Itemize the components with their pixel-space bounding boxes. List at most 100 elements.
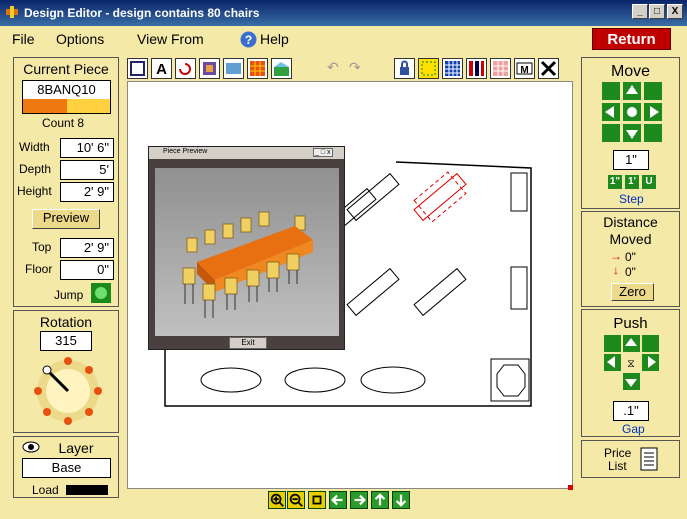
width-label: Width (19, 140, 50, 154)
svg-text:M: M (520, 65, 528, 76)
close-button[interactable]: X (667, 4, 683, 19)
distance-panel: Distance Moved → 0" ↓ 0" Zero (581, 211, 680, 307)
distance-x: 0" (625, 250, 636, 264)
svg-text:A: A (156, 61, 167, 78)
text-tool-icon[interactable]: A (151, 58, 172, 79)
oval-table[interactable] (200, 367, 262, 393)
step-inch-button[interactable]: 1" (608, 175, 622, 189)
height-field[interactable]: 2' 9" (60, 182, 114, 202)
align-tool-icon[interactable] (418, 58, 439, 79)
depth-field[interactable]: 5' (60, 160, 114, 180)
buffet-table[interactable] (510, 172, 528, 212)
width-field[interactable]: 10' 6" (60, 138, 114, 158)
preview-3d-view[interactable] (155, 168, 339, 336)
return-button[interactable]: Return (592, 28, 671, 50)
pan-down-icon[interactable] (392, 491, 410, 509)
menu-file[interactable]: File (12, 31, 35, 47)
step-unit-button[interactable]: U (642, 175, 656, 189)
catalog-tool-icon[interactable] (223, 58, 244, 79)
banquet-table (323, 172, 467, 317)
rotation-panel: Rotation 315 (13, 310, 119, 433)
delete-tool-icon[interactable] (538, 58, 559, 79)
app-icon (6, 6, 18, 18)
rotation-field[interactable]: 315 (40, 331, 92, 351)
floor-tool-icon[interactable] (271, 58, 292, 79)
current-piece-title: Current Piece (23, 61, 109, 77)
redo-icon[interactable]: ↷ (349, 59, 361, 76)
banquet-table-selected (413, 171, 467, 223)
pan-right-icon[interactable] (350, 491, 368, 509)
piece-preview-window: Piece Preview _ □ x Exit (148, 146, 345, 350)
floor-label: Floor (25, 262, 53, 276)
measure-tool-icon[interactable]: M (514, 58, 535, 79)
pan-left-icon[interactable] (329, 491, 347, 509)
layer-panel: Layer Base Load (13, 436, 119, 498)
step-label: Step (619, 192, 644, 206)
move-title: Move (610, 63, 651, 80)
zoom-toolbar (268, 491, 430, 511)
zoom-out-icon[interactable] (287, 491, 305, 509)
floor-field[interactable]: 0" (60, 260, 114, 280)
load-label: Load (32, 483, 59, 497)
height-label: Height (17, 184, 52, 198)
preview-minimize-button[interactable]: _ □ x (313, 148, 333, 157)
menu-view-from[interactable]: View From (137, 31, 204, 47)
gap-field[interactable]: .1" (613, 401, 649, 421)
preview-exit-button[interactable]: Exit (229, 337, 267, 349)
oval-table[interactable] (360, 366, 426, 394)
minimize-button[interactable]: _ (632, 4, 648, 19)
oval-table[interactable] (284, 367, 346, 393)
menu-help[interactable]: Help (260, 31, 289, 47)
maximize-button[interactable]: □ (649, 4, 665, 19)
zoom-fit-icon[interactable] (308, 491, 326, 509)
preview-button[interactable]: Preview (32, 209, 100, 229)
rotate-tool-icon[interactable] (175, 58, 196, 79)
columns-tool-icon[interactable] (466, 58, 487, 79)
svg-text:⧖: ⧖ (627, 358, 635, 370)
price-list-panel[interactable]: Price List (581, 440, 680, 478)
resize-handle[interactable] (568, 485, 573, 490)
lock-tool-icon[interactable] (394, 58, 415, 79)
distance-y: 0" (625, 265, 636, 279)
zero-button[interactable]: Zero (611, 283, 654, 301)
piece-code: 8BANQ10 (37, 82, 96, 97)
list-label: List (608, 459, 627, 473)
menu-options[interactable]: Options (56, 31, 104, 47)
table-chairs-render (182, 211, 313, 318)
rotation-title: Rotation (39, 314, 93, 330)
layers-tool-icon[interactable] (199, 58, 220, 79)
step-foot-button[interactable]: 1' (625, 175, 639, 189)
x-arrow-icon: → (610, 249, 622, 263)
tile-tool-icon[interactable] (442, 58, 463, 79)
buffet-table[interactable] (510, 266, 528, 310)
move-arrows-icon[interactable] (602, 82, 662, 142)
price-list-icon[interactable] (640, 447, 658, 471)
window-title: Design Editor - design contains 80 chair… (24, 6, 260, 20)
frog-jump-icon[interactable] (91, 283, 111, 303)
step-field[interactable]: 1" (613, 150, 649, 170)
help-icon[interactable]: ? (240, 31, 257, 48)
title-bar: Design Editor - design contains 80 chair… (0, 0, 687, 26)
pattern-tool-icon[interactable] (490, 58, 511, 79)
pan-up-icon[interactable] (371, 491, 389, 509)
select-tool-icon[interactable] (127, 58, 148, 79)
zoom-in-icon[interactable] (268, 491, 286, 509)
svg-text:?: ? (245, 33, 252, 47)
top-field[interactable]: 2' 9" (60, 238, 114, 258)
load-bar (66, 485, 108, 495)
distance-title: Distance (603, 214, 658, 230)
push-title: Push (613, 315, 648, 332)
current-piece-panel: Current Piece 8BANQ10 Count 8 Width 10' … (13, 57, 119, 307)
grid-tool-icon[interactable] (247, 58, 268, 79)
piece-swatch: 8BANQ10 (22, 80, 111, 114)
top-label: Top (32, 240, 52, 254)
preview-titlebar: Piece Preview _ □ x (149, 147, 344, 159)
gap-label: Gap (622, 422, 645, 436)
octagon-table[interactable] (496, 364, 526, 397)
push-arrows-icon[interactable]: ⧖ (604, 335, 660, 393)
layer-field[interactable]: Base (22, 458, 111, 478)
menu-bar: File Options View From ? Help (0, 26, 687, 52)
jump-label: Jump (54, 288, 84, 302)
undo-icon[interactable]: ↶ (327, 59, 339, 76)
rotation-dial-icon[interactable] (32, 355, 104, 427)
